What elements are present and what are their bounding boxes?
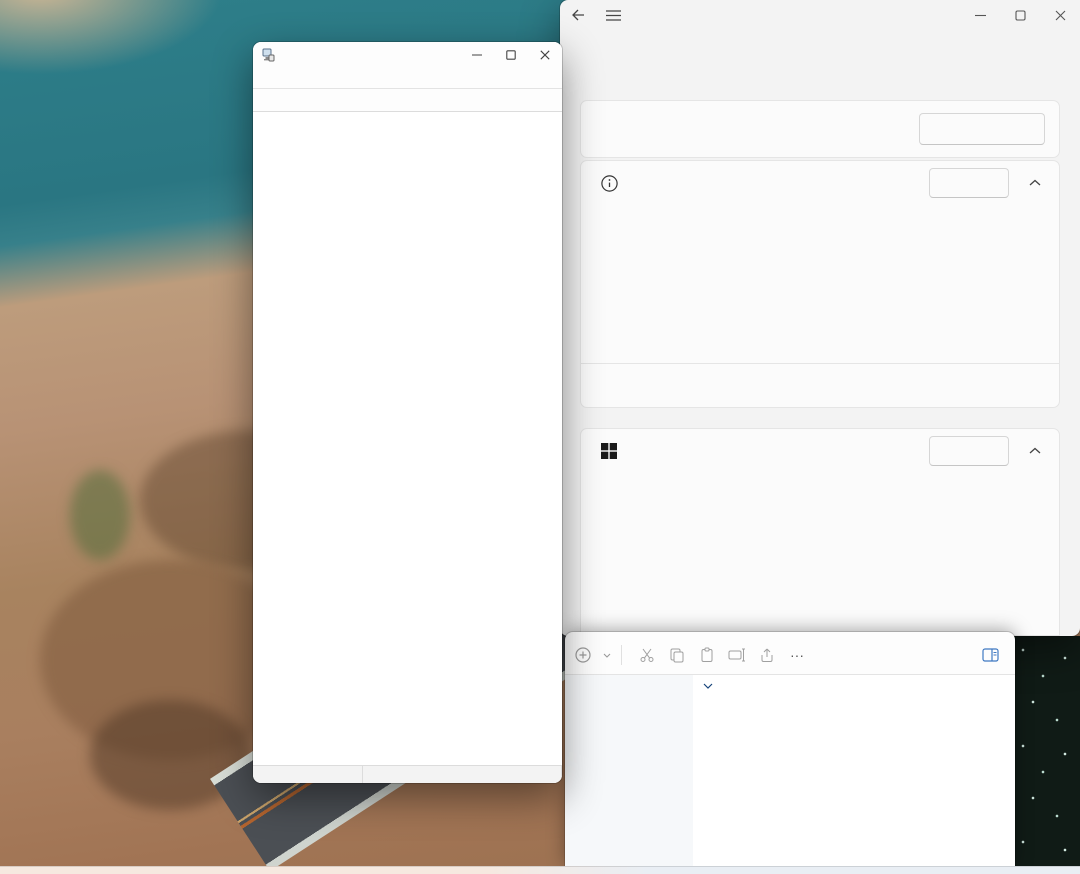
close-icon[interactable] — [1040, 4, 1080, 26]
details-pane-icon — [982, 648, 999, 662]
device-spec-card — [580, 160, 1060, 408]
hamburger-menu-icon[interactable] — [596, 4, 630, 26]
rename-icon[interactable] — [722, 642, 752, 668]
device-manager-app-icon — [261, 48, 275, 62]
settings-window — [560, 0, 1080, 636]
device-name-card — [580, 100, 1060, 158]
maximize-icon[interactable] — [494, 43, 528, 67]
rename-pc-button[interactable] — [919, 113, 1045, 145]
maximize-icon[interactable] — [1000, 4, 1040, 26]
new-item-button[interactable] — [575, 647, 611, 663]
minimize-icon[interactable] — [460, 43, 494, 67]
wallpaper-night-sky — [1013, 636, 1080, 868]
chevron-up-icon[interactable] — [1029, 179, 1041, 187]
copy-icon[interactable] — [662, 642, 692, 668]
windows-spec-card — [580, 428, 1060, 636]
device-manager-menubar — [253, 68, 562, 88]
device-manager-window — [253, 42, 562, 783]
device-manager-titlebar — [253, 42, 562, 68]
more-options-icon[interactable]: ··· — [782, 642, 812, 668]
close-icon[interactable] — [528, 43, 562, 67]
info-icon — [601, 175, 618, 192]
explorer-toolbar: ··· — [565, 638, 1015, 672]
settings-titlebar — [560, 0, 1080, 30]
explorer-content — [693, 675, 1015, 866]
status-bar — [253, 765, 562, 783]
device-manager-toolbar — [253, 88, 562, 112]
share-icon[interactable] — [752, 642, 782, 668]
device-tree — [253, 113, 562, 765]
minimize-icon[interactable] — [960, 4, 1000, 26]
windows-logo-icon — [601, 443, 617, 459]
copy-windows-spec-button[interactable] — [929, 436, 1009, 466]
chevron-down-icon — [703, 683, 713, 690]
copy-device-spec-button[interactable] — [929, 168, 1009, 198]
plus-circle-icon — [575, 647, 591, 663]
windows-spec-header[interactable] — [581, 429, 1059, 473]
taskbar[interactable] — [0, 866, 1080, 874]
back-icon[interactable] — [560, 4, 596, 26]
device-spec-header[interactable] — [581, 161, 1059, 205]
explorer-window: ··· — [565, 632, 1015, 866]
cut-icon[interactable] — [632, 642, 662, 668]
explorer-sidebar — [565, 675, 693, 866]
paste-icon[interactable] — [692, 642, 722, 668]
devices-and-drives-group[interactable] — [703, 683, 719, 690]
desktop-icon-grid — [0, 0, 260, 660]
details-pane-button[interactable] — [982, 648, 1005, 662]
chevron-down-icon — [603, 653, 611, 658]
chevron-up-icon[interactable] — [1029, 447, 1041, 455]
